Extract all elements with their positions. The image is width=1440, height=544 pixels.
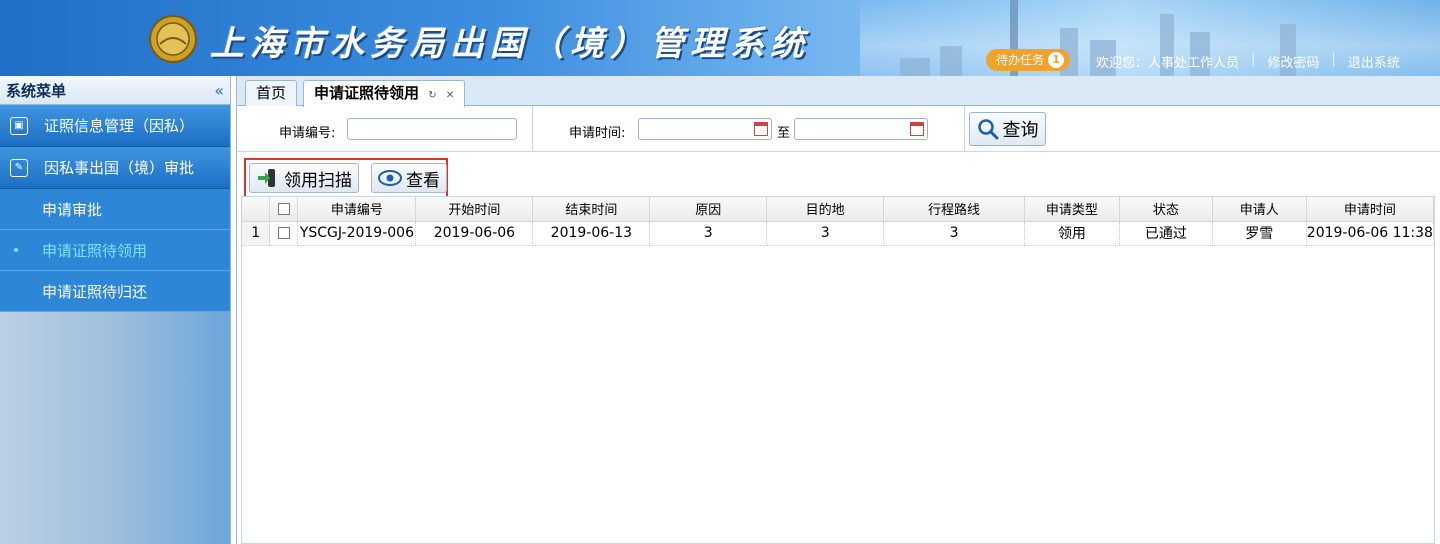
active-dot-icon xyxy=(14,248,18,252)
date-from-input[interactable] xyxy=(638,118,772,140)
cell-destination: 3 xyxy=(766,221,885,246)
image-icon: ▣ xyxy=(10,116,28,135)
column-header[interactable]: 申请人 xyxy=(1212,197,1307,222)
view-label: 查看 xyxy=(406,170,440,191)
query-button[interactable]: 查询 xyxy=(969,112,1046,146)
data-grid: 申请编号 开始时间 结束时间 原因 目的地 行程路线 申请类型 状态 申请人 申… xyxy=(241,196,1435,544)
tab-pending-pickup[interactable]: 申请证照待领用 ↻ ✕ xyxy=(303,80,466,107)
sidebar-item-label: 申请证照待领用 xyxy=(42,241,148,260)
sidebar-item-pending-return[interactable]: 申请证照待归还 xyxy=(0,271,230,312)
main-panel: 首页 申请证照待领用 ↻ ✕ 申请编号: 申请时间: 至 查询 领用扫描 查看 … xyxy=(236,76,1440,544)
cell-app-no: YSCGJ-2019-006 xyxy=(297,221,417,246)
row-checkbox[interactable] xyxy=(269,221,299,246)
view-button[interactable]: 查看 xyxy=(371,163,447,193)
menu-group-label: 因私事出国（境）审批 xyxy=(44,159,195,177)
column-header[interactable]: 开始时间 xyxy=(415,197,534,222)
column-header[interactable]: 原因 xyxy=(649,197,768,222)
cell-route: 3 xyxy=(883,221,1025,246)
cell-status: 已通过 xyxy=(1119,221,1213,246)
search-bar: 申请编号: 申请时间: 至 查询 xyxy=(237,106,1440,152)
eye-icon xyxy=(378,170,402,186)
to-label: 至 xyxy=(777,126,791,141)
sidebar: 系统菜单 « ▣ 证照信息管理（因私） ✎ 因私事出国（境）审批 申请审批 申请… xyxy=(0,76,231,544)
app-no-label: 申请编号: xyxy=(279,126,336,141)
todo-count-badge: 1 xyxy=(1048,52,1065,68)
toolbar: 领用扫描 查看 xyxy=(241,158,1435,198)
column-header[interactable]: 申请时间 xyxy=(1306,197,1434,222)
tab-label: 申请证照待领用 xyxy=(314,84,420,102)
table-row[interactable]: 1 YSCGJ-2019-006 2019-06-06 2019-06-13 3… xyxy=(242,221,1434,246)
edit-icon: ✎ xyxy=(10,158,28,177)
column-header[interactable]: 状态 xyxy=(1119,197,1213,222)
top-links: 欢迎您：人事处工作人员 | 修改密码 | 退出系统 xyxy=(1096,52,1400,71)
cell-app-time: 2019-06-06 11:38 xyxy=(1306,221,1434,246)
sidebar-item-pending-pickup[interactable]: 申请证照待领用 xyxy=(0,230,230,271)
menu-group-cert-info[interactable]: ▣ 证照信息管理（因私） xyxy=(0,105,230,147)
sidebar-item-application-approval[interactable]: 申请审批 xyxy=(0,189,230,230)
welcome-text: 欢迎您：人事处工作人员 xyxy=(1096,56,1240,71)
select-all-checkbox[interactable] xyxy=(269,197,299,222)
column-header[interactable]: 结束时间 xyxy=(532,197,651,222)
row-number: 1 xyxy=(242,221,271,246)
cell-reason: 3 xyxy=(649,221,768,246)
cell-applicant: 罗雪 xyxy=(1212,221,1307,246)
todo-tasks-button[interactable]: 待办任务 1 xyxy=(986,49,1071,71)
double-chevron-left-icon[interactable]: « xyxy=(214,81,224,100)
cell-app-type: 领用 xyxy=(1024,221,1120,246)
scan-pickup-label: 领用扫描 xyxy=(284,170,352,191)
emblem-logo xyxy=(149,15,197,63)
sidebar-header: 系统菜单 « xyxy=(0,76,230,105)
calendar-icon[interactable] xyxy=(910,122,924,136)
row-number-header xyxy=(242,197,271,222)
sidebar-item-label: 申请证照待归还 xyxy=(42,282,148,301)
sidebar-title: 系统菜单 xyxy=(6,81,67,100)
close-icon[interactable]: ✕ xyxy=(446,90,454,101)
calendar-icon[interactable] xyxy=(754,122,768,136)
tab-bar: 首页 申请证照待领用 ↻ ✕ xyxy=(237,76,1440,107)
column-header[interactable]: 目的地 xyxy=(766,197,885,222)
search-icon xyxy=(977,119,998,140)
menu-group-label: 证照信息管理（因私） xyxy=(44,117,195,135)
tab-home[interactable]: 首页 xyxy=(245,80,298,106)
tab-label: 首页 xyxy=(256,84,287,102)
query-label: 查询 xyxy=(1002,120,1039,141)
app-no-input[interactable] xyxy=(347,118,517,140)
table-header-row: 申请编号 开始时间 结束时间 原因 目的地 行程路线 申请类型 状态 申请人 申… xyxy=(242,197,1434,222)
divider xyxy=(964,106,965,152)
app-time-label: 申请时间: xyxy=(569,126,626,141)
link-separator: | xyxy=(1251,52,1256,67)
menu-group-private-approval[interactable]: ✎ 因私事出国（境）审批 xyxy=(0,147,230,189)
todo-tasks-label: 待办任务 xyxy=(996,53,1045,67)
scan-pickup-button[interactable]: 领用扫描 xyxy=(249,163,359,193)
scanner-icon xyxy=(258,169,275,187)
data-table: 申请编号 开始时间 结束时间 原因 目的地 行程路线 申请类型 状态 申请人 申… xyxy=(242,197,1434,246)
cell-end-time: 2019-06-13 xyxy=(532,221,651,246)
change-password-link[interactable]: 修改密码 xyxy=(1267,52,1319,71)
cell-start-time: 2019-06-06 xyxy=(415,221,534,246)
link-separator: | xyxy=(1331,52,1336,67)
date-to-input[interactable] xyxy=(794,118,928,140)
column-header[interactable]: 申请编号 xyxy=(297,197,417,222)
sidebar-item-label: 申请审批 xyxy=(42,200,103,219)
logout-link[interactable]: 退出系统 xyxy=(1348,52,1400,71)
column-header[interactable]: 申请类型 xyxy=(1024,197,1120,222)
column-header[interactable]: 行程路线 xyxy=(883,197,1025,222)
system-title: 上海市水务局出国（境）管理系统 xyxy=(210,24,810,64)
divider xyxy=(532,106,533,152)
app-header: 上海市水务局出国（境）管理系统 待办任务 1 欢迎您：人事处工作人员 | 修改密… xyxy=(0,0,1440,76)
refresh-icon[interactable]: ↻ xyxy=(428,90,436,101)
